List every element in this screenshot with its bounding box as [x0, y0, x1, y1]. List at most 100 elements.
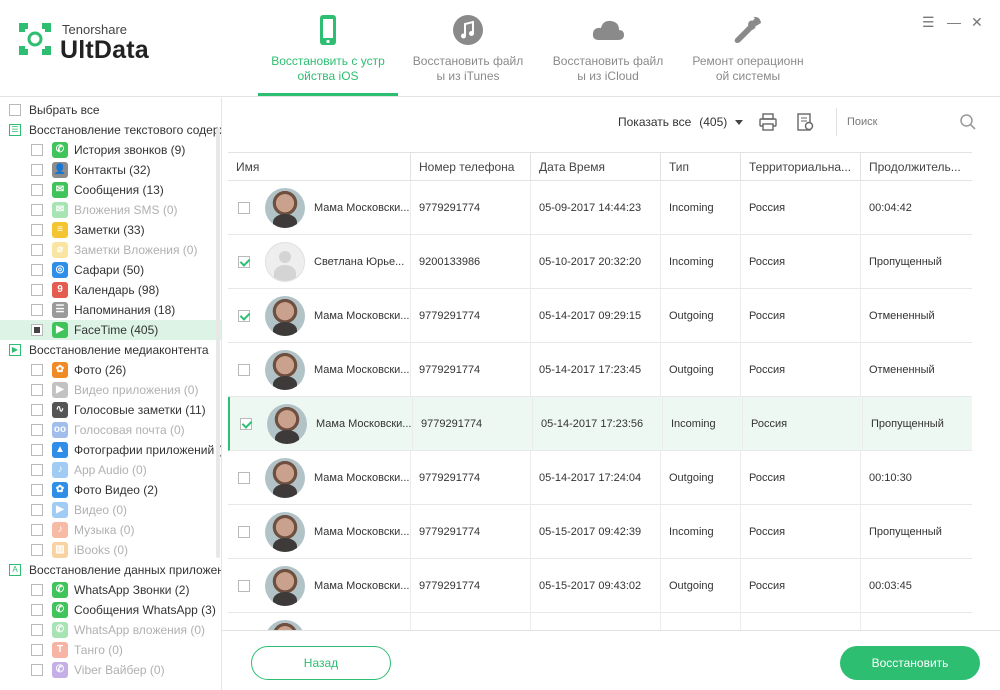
- sidebar-item-checkbox[interactable]: [31, 644, 43, 656]
- table-scrollbar[interactable]: [972, 152, 976, 630]
- notes-attachment-icon: ⌀: [52, 242, 68, 258]
- table-row[interactable]: Мама Московски... 9779291774 05-15-2017 09…: [228, 505, 972, 559]
- table-row[interactable]: Мама Московски... 9779291774 05-15-2017 09…: [228, 559, 972, 613]
- sidebar-item-checkbox[interactable]: [31, 164, 43, 176]
- sidebar-item-checkbox[interactable]: [31, 284, 43, 296]
- column-header-phone[interactable]: Номер телефона: [411, 153, 531, 181]
- sidebar-item-label: Сообщения (13): [74, 183, 164, 197]
- sidebar-item-label: Заметки Вложения (0): [74, 243, 198, 257]
- menu-icon[interactable]: ☰: [922, 14, 935, 31]
- sidebar-item-checkbox[interactable]: [31, 304, 43, 316]
- sidebar-item-checkbox[interactable]: [31, 584, 43, 596]
- sidebar-item[interactable]: ▥ iBooks (0): [0, 540, 221, 560]
- row-checkbox[interactable]: [238, 364, 250, 376]
- sidebar-category[interactable]: A Восстановление данных приложений: [0, 560, 221, 580]
- sidebar-item-checkbox[interactable]: [31, 144, 43, 156]
- sidebar-item[interactable]: ♪ App Audio (0): [0, 460, 221, 480]
- sidebar-item-checkbox[interactable]: [31, 424, 43, 436]
- sidebar-item-checkbox[interactable]: [31, 664, 43, 676]
- row-checkbox[interactable]: [238, 256, 250, 268]
- restore-button[interactable]: Восстановить: [840, 646, 980, 680]
- sidebar-item[interactable]: ▲ Фотографии приложений (24: [0, 440, 222, 460]
- search-icon[interactable]: [959, 113, 977, 131]
- minimize-icon[interactable]: —: [947, 14, 961, 30]
- print-icon[interactable]: [758, 112, 778, 132]
- sidebar-item[interactable]: ▶ Видео приложения (0): [0, 380, 221, 400]
- sidebar-item[interactable]: ✆ WhatsApp Звонки (2): [0, 580, 221, 600]
- sidebar-item[interactable]: ◎ Сафари (50): [0, 260, 221, 280]
- sidebar-category[interactable]: ▶ Восстановление медиаконтента: [0, 340, 221, 360]
- back-button[interactable]: Назад: [251, 646, 391, 680]
- sidebar-item[interactable]: ✆ История звонков (9): [0, 140, 221, 160]
- sidebar-item[interactable]: ✿ Фото Видео (2): [0, 480, 221, 500]
- row-checkbox[interactable]: [238, 580, 250, 592]
- sidebar-item-checkbox[interactable]: [31, 464, 43, 476]
- sidebar-item-checkbox[interactable]: [31, 204, 43, 216]
- sidebar-item-checkbox[interactable]: [31, 604, 43, 616]
- column-header-datetime[interactable]: Дата Время: [531, 153, 661, 181]
- sidebar-item[interactable]: oo Голосовая почта (0): [0, 420, 221, 440]
- table-row[interactable]: Светлана Юрье... 9200133986 05-10-2017 20:…: [228, 235, 972, 289]
- sidebar-item[interactable]: ✆ Viber Вайбер (0): [0, 660, 221, 680]
- sidebar-item[interactable]: ▶ Видео (0): [0, 500, 221, 520]
- cell-datetime: 05-14-2017 17:23:45: [531, 343, 661, 397]
- column-header-duration[interactable]: Продолжитель...: [861, 153, 972, 181]
- sidebar-item-checkbox[interactable]: [31, 324, 43, 336]
- table-row[interactable]: Мама Московски... 9779291774 05-14-2017 09…: [228, 289, 972, 343]
- column-header-type[interactable]: Тип: [661, 153, 741, 181]
- sidebar-item[interactable]: ∿ Голосовые заметки (11): [0, 400, 221, 420]
- sidebar-item-checkbox[interactable]: [31, 384, 43, 396]
- sidebar-item[interactable]: ✆ WhatsApp вложения (0): [0, 620, 221, 640]
- column-header-name[interactable]: Имя: [228, 153, 411, 181]
- sidebar-item-label: Фотографии приложений (24: [74, 443, 222, 457]
- tab-repair-os[interactable]: Ремонт операционн ой системы: [678, 0, 818, 97]
- sidebar-item-checkbox[interactable]: [31, 224, 43, 236]
- sidebar-item[interactable]: ✆ Сообщения WhatsApp (3): [0, 600, 221, 620]
- table-row[interactable]: Мама Московски... 9779291774 05-14-2017 17…: [228, 343, 972, 397]
- table-row[interactable]: Мама Московски... 9779291774 05-14-2017 17…: [228, 397, 972, 451]
- show-filter-dropdown[interactable]: Показать все (405): [618, 115, 744, 129]
- tab-recover-ios[interactable]: Восстановить с устр ойства iOS: [258, 0, 398, 97]
- sidebar-item[interactable]: ⌀ Заметки Вложения (0): [0, 240, 221, 260]
- sidebar-item-checkbox[interactable]: [31, 524, 43, 536]
- sidebar-item-checkbox[interactable]: [31, 184, 43, 196]
- row-checkbox[interactable]: [240, 418, 252, 430]
- sidebar-item[interactable]: ≡ Заметки (33): [0, 220, 221, 240]
- tab-recover-icloud[interactable]: Восстановить файл ы из iCloud: [538, 0, 678, 97]
- sidebar-item[interactable]: ✉ Вложения SMS (0): [0, 200, 221, 220]
- sidebar-item-checkbox[interactable]: [31, 264, 43, 276]
- sidebar-category[interactable]: ☰ Восстановление текстового содержи: [0, 120, 221, 140]
- select-all-row[interactable]: Выбрать все: [0, 100, 221, 120]
- sidebar-item[interactable]: ☰ Напоминания (18): [0, 300, 221, 320]
- sidebar-item-checkbox[interactable]: [31, 364, 43, 376]
- sidebar-item-checkbox[interactable]: [31, 244, 43, 256]
- tab-recover-itunes[interactable]: Восстановить файл ы из iTunes: [398, 0, 538, 97]
- sidebar-item[interactable]: ▶ FaceTime (405): [0, 320, 221, 340]
- sidebar-item[interactable]: 9 Календарь (98): [0, 280, 221, 300]
- table-row[interactable]: Мама Московски... 9779291774 05-14-2017 17…: [228, 451, 972, 505]
- close-icon[interactable]: ✕: [971, 14, 983, 31]
- sidebar-item-checkbox[interactable]: [31, 504, 43, 516]
- sidebar-item[interactable]: ✉ Сообщения (13): [0, 180, 221, 200]
- column-header-territory[interactable]: Территориальна...: [741, 153, 861, 181]
- sidebar-item-checkbox[interactable]: [31, 544, 43, 556]
- export-settings-icon[interactable]: [795, 112, 815, 132]
- sidebar-scrollbar[interactable]: [216, 128, 220, 558]
- sidebar-item[interactable]: T Танго (0): [0, 640, 221, 660]
- sidebar-item-checkbox[interactable]: [31, 484, 43, 496]
- row-checkbox[interactable]: [238, 202, 250, 214]
- sidebar-item-label: Восстановление медиаконтента: [29, 343, 209, 357]
- sidebar-item[interactable]: 👤 Контакты (32): [0, 160, 221, 180]
- sidebar-item-checkbox[interactable]: [31, 444, 43, 456]
- row-checkbox[interactable]: [238, 472, 250, 484]
- sidebar-item-checkbox[interactable]: [31, 404, 43, 416]
- select-all-checkbox[interactable]: [9, 104, 21, 116]
- row-checkbox[interactable]: [238, 526, 250, 538]
- row-checkbox[interactable]: [238, 310, 250, 322]
- sidebar-item[interactable]: ✿ Фото (26): [0, 360, 221, 380]
- sidebar-item[interactable]: ♪ Музыка (0): [0, 520, 221, 540]
- table-row[interactable]: [228, 613, 972, 630]
- sidebar-item-checkbox[interactable]: [31, 624, 43, 636]
- table-header: Имя Номер телефона Дата Время Тип Террит…: [228, 153, 972, 181]
- table-row[interactable]: Мама Московски... 9779291774 05-09-2017 14…: [228, 181, 972, 235]
